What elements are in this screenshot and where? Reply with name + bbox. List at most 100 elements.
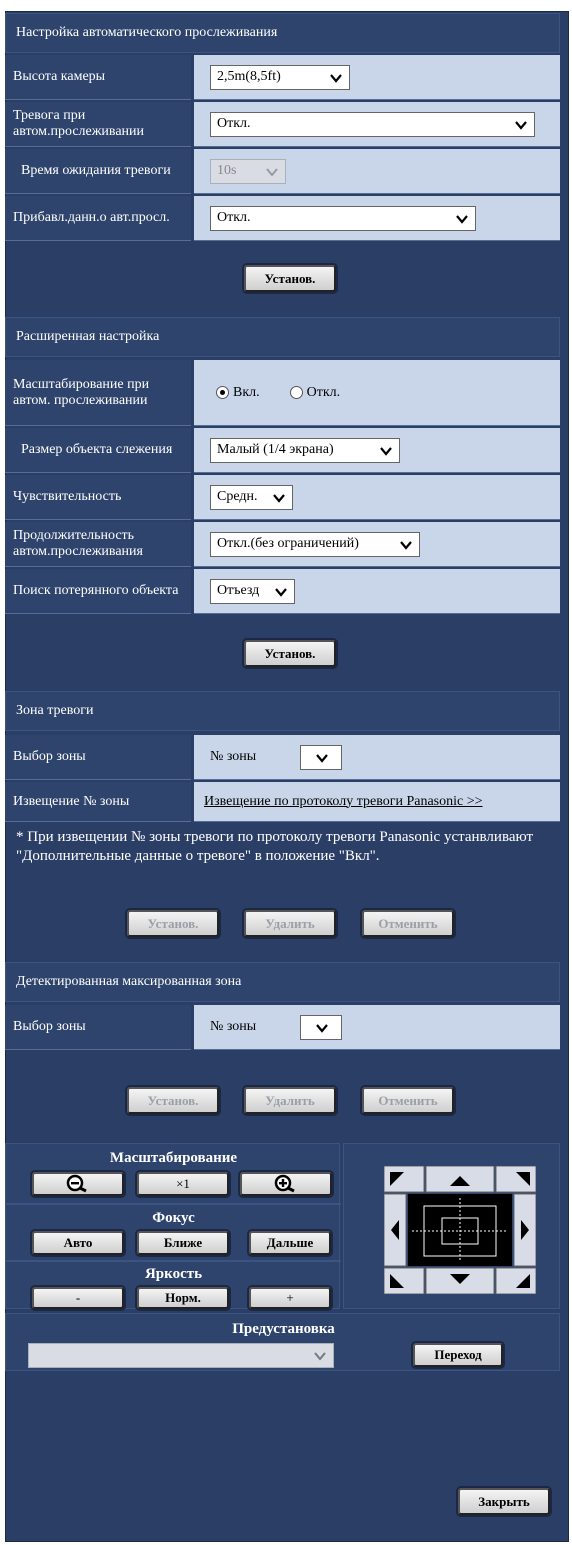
zone-no-label: № зоны bbox=[210, 749, 257, 764]
radio-zoom-on[interactable]: Вкл. bbox=[216, 385, 260, 401]
row-duration: Продолжительность автом.прослеживания От… bbox=[5, 522, 560, 567]
close-button[interactable]: Закрыть bbox=[458, 1488, 550, 1515]
row-object-size: Размер объекта слежения Малый (1/4 экран… bbox=[5, 428, 560, 473]
brightness-plus-button[interactable]: + bbox=[249, 1287, 331, 1309]
zoom-out-button[interactable] bbox=[32, 1172, 124, 1196]
row-mask-zone-select: Выбор зоны № зоны bbox=[5, 1005, 560, 1050]
focus-title: Фокус bbox=[152, 1210, 195, 1226]
select-value: Отъезд bbox=[217, 583, 260, 598]
radio-zoom-off[interactable]: Откл. bbox=[289, 385, 340, 401]
preset-title: Предустановка bbox=[232, 1321, 335, 1337]
section-header-auto-tracking: Настройка автоматического прослеживания bbox=[5, 13, 560, 53]
cancel-button-mask-zone[interactable]: Отменить bbox=[362, 1087, 454, 1114]
chevron-down-icon bbox=[316, 753, 329, 763]
camera-height-label: Высота камеры bbox=[5, 55, 191, 100]
preset-panel: Предустановка Переход bbox=[5, 1313, 560, 1371]
zoom-in-icon bbox=[274, 1174, 295, 1193]
alarm-wait-label: Время ожидания тревоги bbox=[5, 149, 191, 194]
lost-object-label: Поиск потерянного объекта bbox=[5, 569, 191, 614]
chevron-down-icon bbox=[273, 493, 285, 503]
radio-label: Вкл. bbox=[233, 384, 260, 400]
select-value: Откл.(без ограничений) bbox=[217, 536, 359, 551]
alarm-zone-select[interactable] bbox=[300, 744, 343, 770]
select-value: Откл. bbox=[217, 210, 251, 225]
sensitivity-label: Чувствительность bbox=[5, 475, 191, 520]
section-title: Зона тревоги bbox=[16, 703, 94, 718]
chevron-down-icon bbox=[330, 73, 342, 83]
pan-tilt-panel bbox=[343, 1143, 560, 1309]
select-value: 10s bbox=[217, 163, 237, 178]
camera-height-select[interactable]: 2,5m(8,5ft) bbox=[210, 64, 350, 90]
section-header-mask-zone: Детектированная максированная зона bbox=[5, 962, 560, 1002]
section-title: Расширенная настройка bbox=[16, 329, 160, 344]
section-title: Детектированная максированная зона bbox=[16, 974, 242, 989]
object-size-select[interactable]: Малый (1/4 экрана) bbox=[210, 437, 400, 463]
select-value: Малый (1/4 экрана) bbox=[217, 442, 334, 457]
lost-object-select[interactable]: Отъезд bbox=[210, 578, 295, 604]
delete-button-mask-zone[interactable]: Удалить bbox=[244, 1087, 336, 1114]
section-title: Настройка автоматического прослеживания bbox=[16, 25, 278, 40]
pan-tilt-pad[interactable] bbox=[384, 1166, 536, 1294]
chevron-down-icon bbox=[266, 167, 278, 177]
panasonic-protocol-link[interactable]: Извещение по протоколу тревоги Panasonic… bbox=[204, 794, 483, 810]
zone-select-label: Выбор зоны bbox=[5, 735, 191, 780]
chevron-down-icon bbox=[275, 587, 287, 597]
row-alarm-wait: Время ожидания тревоги 10s bbox=[5, 149, 560, 194]
go-preset-button[interactable]: Переход bbox=[413, 1343, 503, 1367]
alarm-wait-select[interactable]: 10s bbox=[210, 158, 286, 184]
zoom-title: Масштабирование bbox=[109, 1150, 238, 1166]
camera-control-panel: Масштабирование ×1 Фокус Авто Ближе Даль… bbox=[5, 1143, 341, 1309]
set-button-advanced[interactable]: Установ. bbox=[244, 640, 336, 667]
brightness-title: Яркость bbox=[144, 1266, 203, 1282]
row-camera-height: Высота камеры 2,5m(8,5ft) bbox=[5, 55, 560, 100]
zone-no-label: № зоны bbox=[210, 1019, 257, 1034]
row-sensitivity: Чувствительность Средн. bbox=[5, 475, 560, 520]
divider bbox=[6, 1203, 341, 1205]
chevron-down-icon bbox=[316, 1023, 329, 1033]
extra-data-label: Прибавл.данн.о авт.просл. bbox=[5, 196, 191, 241]
select-value: Средн. bbox=[217, 489, 258, 504]
row-alarm-tracking: Тревога при автом.прослеживании Откл. bbox=[5, 102, 560, 147]
extra-data-select[interactable]: Откл. bbox=[210, 205, 476, 231]
zone-notify-label: Извещение № зоны bbox=[5, 782, 191, 822]
delete-button-alarm-zone[interactable]: Удалить bbox=[244, 910, 336, 937]
row-extra-data: Прибавл.данн.о авт.просл. Откл. bbox=[5, 196, 560, 241]
chevron-down-icon bbox=[515, 120, 527, 130]
set-button-auto-tracking[interactable]: Установ. bbox=[244, 265, 336, 292]
row-alarm-zone-select: Выбор зоны № зоны bbox=[5, 735, 560, 780]
divider bbox=[6, 1260, 341, 1262]
section-header-advanced: Расширенная настройка bbox=[5, 317, 560, 357]
set-button-mask-zone[interactable]: Установ. bbox=[127, 1087, 219, 1114]
row-zoom-tracking: Масштабирование при автом. прослеживании… bbox=[5, 360, 560, 426]
zoom-x1-button[interactable]: ×1 bbox=[137, 1172, 229, 1196]
alarm-zone-note: * При извещении № зоны тревоги по проток… bbox=[16, 829, 534, 864]
zoom-out-icon bbox=[66, 1174, 87, 1193]
row-lost-object: Поиск потерянного объекта Отъезд bbox=[5, 569, 560, 614]
brightness-normal-button[interactable]: Норм. bbox=[137, 1287, 229, 1309]
brightness-minus-button[interactable]: - bbox=[32, 1287, 124, 1309]
focus-near-button[interactable]: Ближе bbox=[137, 1231, 229, 1255]
focus-auto-button[interactable]: Авто bbox=[32, 1231, 124, 1255]
preset-select[interactable] bbox=[28, 1343, 334, 1368]
zoom-tracking-label: Масштабирование при автом. прослеживании bbox=[5, 360, 191, 426]
alarm-tracking-label: Тревога при автом.прослеживании bbox=[5, 102, 191, 147]
chevron-down-icon bbox=[380, 446, 392, 456]
radio-selected-icon bbox=[216, 386, 229, 399]
cancel-button-alarm-zone[interactable]: Отменить bbox=[362, 910, 454, 937]
alarm-tracking-select[interactable]: Откл. bbox=[210, 111, 535, 137]
zoom-in-button[interactable] bbox=[240, 1172, 332, 1196]
radio-empty-icon bbox=[289, 386, 303, 399]
sensitivity-select[interactable]: Средн. bbox=[210, 484, 293, 510]
duration-label: Продолжительность автом.прослеживания bbox=[5, 522, 191, 567]
select-value: 2,5m(8,5ft) bbox=[217, 69, 281, 84]
duration-select[interactable]: Откл.(без ограничений) bbox=[210, 531, 420, 557]
row-zone-notify: Извещение № зоны Извещение по протоколу … bbox=[5, 782, 560, 822]
object-size-label: Размер объекта слежения bbox=[5, 428, 191, 473]
focus-far-button[interactable]: Дальше bbox=[249, 1231, 331, 1255]
select-value: Откл. bbox=[217, 116, 251, 131]
chevron-down-icon bbox=[456, 214, 468, 224]
chevron-down-icon bbox=[400, 540, 412, 550]
set-button-alarm-zone[interactable]: Установ. bbox=[127, 910, 219, 937]
chevron-down-icon bbox=[314, 1352, 326, 1361]
mask-zone-select[interactable] bbox=[300, 1014, 343, 1040]
